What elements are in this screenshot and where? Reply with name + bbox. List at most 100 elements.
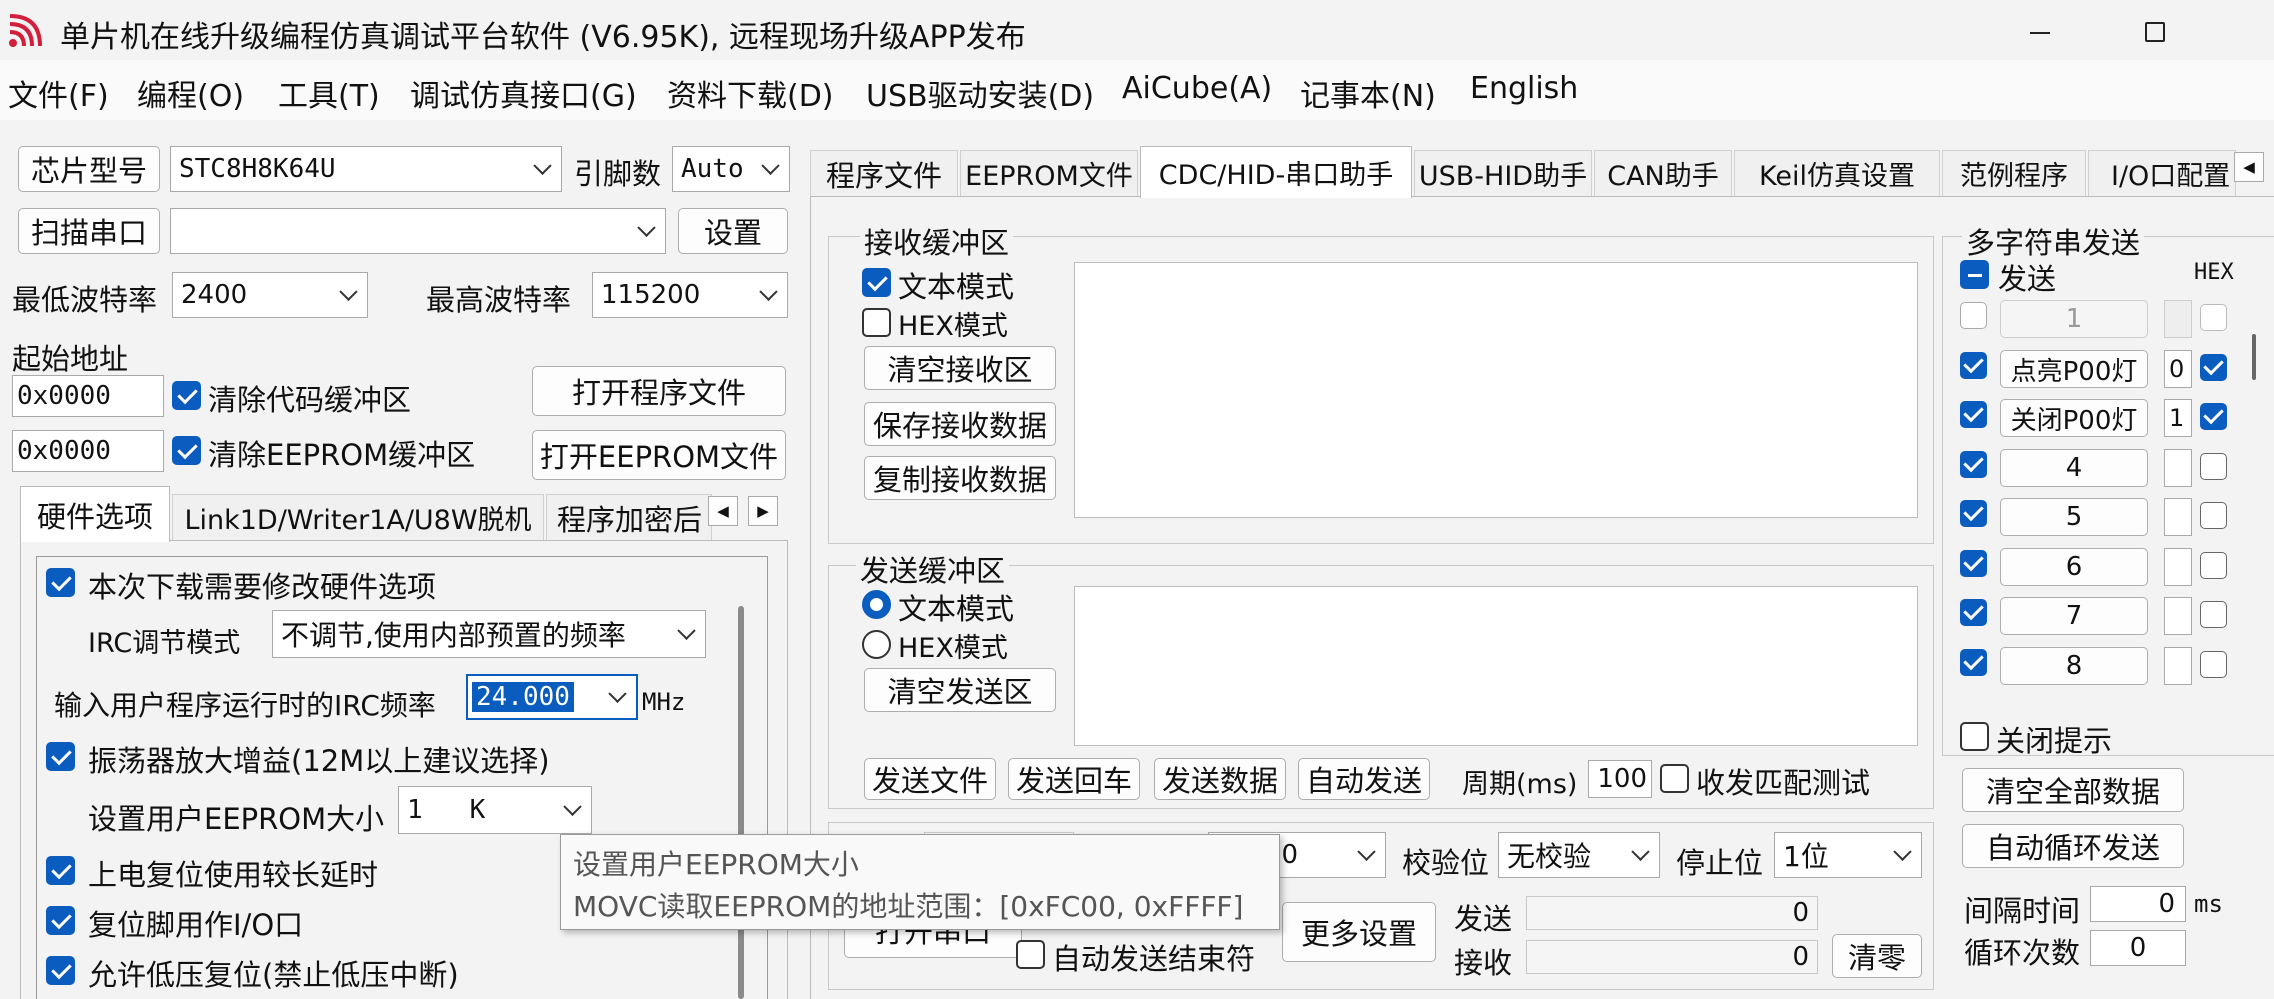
multi-row-send-button[interactable]: 4 [2000, 449, 2148, 487]
tab-program-encrypt[interactable]: 程序加密后 [546, 494, 712, 540]
min-baud-select[interactable]: 2400 [172, 272, 368, 318]
multi-row-hex-checkbox[interactable] [2200, 354, 2227, 381]
close-tip-checkbox[interactable] [1960, 722, 1989, 751]
pin-count-select[interactable]: Auto [672, 146, 790, 192]
left-tab-scroll-right[interactable]: ▶ [748, 496, 778, 526]
tab-examples[interactable]: 范例程序 [1942, 150, 2086, 196]
multi-row-value-input[interactable] [2164, 498, 2192, 536]
multi-row-hex-checkbox[interactable] [2200, 502, 2227, 529]
modify-hardware-options-checkbox[interactable] [46, 568, 75, 597]
clear-send-button[interactable]: 清空发送区 [864, 668, 1056, 712]
multi-row-checkbox[interactable] [1960, 500, 1987, 527]
clear-eeprom-checkbox[interactable] [172, 436, 201, 465]
maximize-button[interactable] [2135, 12, 2175, 52]
menu-program[interactable]: 编程(O) [137, 71, 244, 115]
tab-keil-sim[interactable]: Keil仿真设置 [1734, 150, 1940, 196]
menu-aicube[interactable]: AiCube(A) [1122, 71, 1272, 106]
menu-downloads[interactable]: 资料下载(D) [667, 71, 834, 115]
multi-row-value-input[interactable] [2164, 548, 2192, 586]
multi-row-checkbox[interactable] [1960, 550, 1987, 577]
clear-receive-button[interactable]: 清空接收区 [864, 346, 1056, 390]
multi-row-send-button[interactable]: 8 [2000, 647, 2148, 685]
multi-row-hex-checkbox[interactable] [2200, 552, 2227, 579]
tab-program-file[interactable]: 程序文件 [810, 150, 958, 196]
chip-model-select[interactable]: STC8H8K64U [170, 146, 562, 192]
send-file-button[interactable]: 发送文件 [864, 758, 996, 800]
stop-bits-select[interactable]: 1位 [1774, 832, 1922, 878]
max-baud-select[interactable]: 115200 [592, 272, 788, 318]
auto-end-checkbox[interactable] [1016, 940, 1045, 969]
menu-usb-driver[interactable]: USB驱动安装(D) [866, 71, 1094, 115]
right-tab-scroll-left[interactable]: ◀ [2234, 152, 2264, 182]
receive-textarea[interactable] [1074, 262, 1918, 518]
tab-usb-hid[interactable]: USB-HID助手 [1414, 150, 1592, 196]
multi-row-value-input[interactable]: 1 [2164, 399, 2192, 437]
multi-row-hex-checkbox[interactable] [2200, 453, 2227, 480]
multi-row-value-input[interactable] [2164, 647, 2192, 685]
multi-row-value-input[interactable] [2164, 597, 2192, 635]
multi-row-value-input[interactable] [2164, 300, 2192, 338]
multi-row-value-input[interactable] [2164, 449, 2192, 487]
chip-model-button[interactable]: 芯片型号 [18, 146, 160, 192]
left-tab-scroll-left[interactable]: ◀ [708, 496, 738, 526]
receive-hex-mode-checkbox[interactable] [862, 308, 891, 337]
multi-string-scrollbar[interactable] [2252, 334, 2256, 380]
multi-row-send-button[interactable]: 7 [2000, 597, 2148, 635]
receive-text-mode-checkbox[interactable] [862, 268, 891, 297]
send-text-mode-radio[interactable] [862, 590, 891, 619]
multi-row-checkbox[interactable] [1960, 649, 1987, 676]
serial-port-select[interactable] [170, 208, 666, 254]
menu-debug[interactable]: 调试仿真接口(G) [410, 71, 637, 115]
multi-row-checkbox[interactable] [1960, 451, 1987, 478]
multi-row-send-button[interactable]: 点亮P00灯 [2000, 350, 2148, 388]
copy-receive-button[interactable]: 复制接收数据 [864, 456, 1056, 500]
scan-port-button[interactable]: 扫描串口 [18, 208, 160, 254]
hardware-options-scrollbar[interactable] [738, 606, 744, 999]
minimize-button[interactable] [2010, 18, 2070, 48]
start-address-input-1[interactable]: 0x0000 [12, 375, 164, 417]
tab-io-config[interactable]: I/O口配置 [2088, 150, 2236, 196]
tab-hardware-options[interactable]: 硬件选项 [20, 486, 170, 542]
send-hex-mode-radio[interactable] [862, 630, 891, 659]
save-receive-button[interactable]: 保存接收数据 [864, 402, 1056, 446]
open-program-file-button[interactable]: 打开程序文件 [532, 366, 786, 416]
low-voltage-reset-checkbox[interactable] [46, 956, 75, 985]
multi-row-send-button[interactable]: 1 [2000, 300, 2148, 338]
multi-row-hex-checkbox[interactable] [2200, 403, 2227, 430]
clear-code-checkbox[interactable] [172, 381, 201, 410]
send-textarea[interactable] [1074, 586, 1918, 746]
irc-frequency-select[interactable]: 24.000 [466, 674, 638, 720]
tab-can[interactable]: CAN助手 [1594, 150, 1732, 196]
auto-send-button[interactable]: 自动发送 [1298, 758, 1430, 800]
clear-count-button[interactable]: 清零 [1832, 934, 1922, 978]
irc-mode-select[interactable]: 不调节,使用内部预置的频率 [272, 610, 706, 658]
power-on-reset-delay-checkbox[interactable] [46, 856, 75, 885]
send-cr-button[interactable]: 发送回车 [1008, 758, 1140, 800]
multi-row-checkbox[interactable] [1960, 599, 1987, 626]
multi-row-value-input[interactable]: 0 [2164, 350, 2192, 388]
multi-row-hex-checkbox[interactable] [2200, 651, 2227, 678]
more-settings-button[interactable]: 更多设置 [1282, 902, 1436, 962]
match-test-checkbox[interactable] [1660, 764, 1689, 793]
multi-send-all-checkbox[interactable] [1960, 260, 1989, 289]
send-data-button[interactable]: 发送数据 [1154, 758, 1286, 800]
multi-row-send-button[interactable]: 关闭P00灯 [2000, 399, 2148, 437]
multi-row-checkbox[interactable] [1960, 401, 1987, 428]
interval-input[interactable]: 0 [2090, 886, 2186, 922]
tab-eeprom-file[interactable]: EEPROM文件 [960, 150, 1138, 196]
tab-cdc-hid-serial[interactable]: CDC/HID-串口助手 [1140, 146, 1412, 198]
multi-row-hex-checkbox[interactable] [2200, 304, 2227, 331]
settings-button[interactable]: 设置 [678, 208, 788, 254]
menu-notepad[interactable]: 记事本(N) [1300, 71, 1436, 115]
menu-tools[interactable]: 工具(T) [278, 71, 380, 115]
period-input[interactable]: 100 [1588, 760, 1652, 798]
eeprom-size-select[interactable]: 1 K [398, 786, 592, 834]
multi-row-send-button[interactable]: 5 [2000, 498, 2148, 536]
multi-row-send-button[interactable]: 6 [2000, 548, 2148, 586]
multi-row-checkbox[interactable] [1960, 302, 1987, 329]
menu-file[interactable]: 文件(F) [8, 71, 109, 115]
loop-count-input[interactable]: 0 [2090, 930, 2186, 966]
multi-row-hex-checkbox[interactable] [2200, 601, 2227, 628]
open-eeprom-file-button[interactable]: 打开EEPROM文件 [532, 430, 786, 480]
parity-select[interactable]: 无校验 [1498, 832, 1660, 878]
